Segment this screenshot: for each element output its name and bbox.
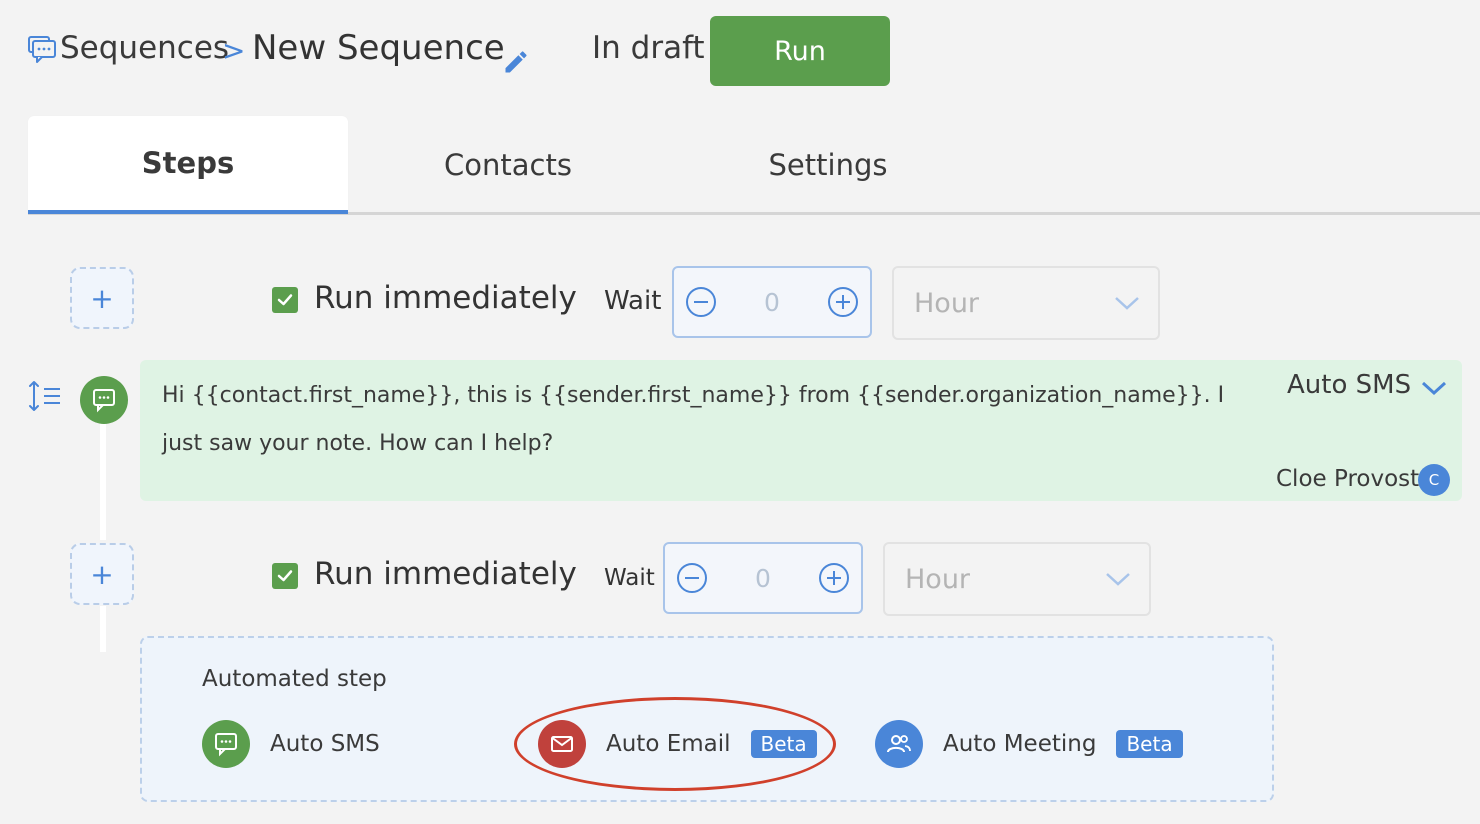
wait-unit-value: Hour bbox=[905, 563, 971, 595]
run-immediately-checkbox[interactable] bbox=[272, 563, 298, 589]
increment-button[interactable] bbox=[817, 561, 851, 595]
checkmark-icon bbox=[277, 294, 293, 306]
run-immediately-checkbox[interactable] bbox=[272, 287, 298, 313]
beta-badge: Beta bbox=[750, 730, 817, 758]
sms-step-marker bbox=[80, 376, 128, 424]
auto-email-option[interactable]: Auto Email Beta bbox=[538, 720, 817, 768]
wait-stepper[interactable]: 0 bbox=[672, 266, 872, 338]
minus-circle-icon bbox=[686, 287, 716, 317]
avatar: C bbox=[1418, 464, 1450, 496]
auto-sms-label: Auto SMS bbox=[270, 731, 380, 757]
checkmark-icon bbox=[277, 570, 293, 582]
sms-icon bbox=[93, 389, 115, 413]
wait-value[interactable]: 0 bbox=[764, 288, 780, 317]
auto-sms-option[interactable]: Auto SMS bbox=[202, 720, 380, 768]
plus-circle-icon bbox=[819, 563, 849, 593]
meeting-icon bbox=[875, 720, 923, 768]
wait-unit-select[interactable]: Hour bbox=[883, 542, 1151, 616]
decrement-button[interactable] bbox=[684, 285, 718, 319]
sequences-icon bbox=[28, 36, 56, 63]
auto-meeting-option[interactable]: Auto Meeting Beta bbox=[875, 720, 1183, 768]
auto-meeting-label: Auto Meeting bbox=[943, 731, 1097, 757]
sms-message-text[interactable]: Hi {{contact.first_name}}, this is {{sen… bbox=[162, 372, 1242, 468]
run-button[interactable]: Run bbox=[710, 16, 890, 86]
tab-steps[interactable]: Steps bbox=[28, 116, 348, 214]
tab-contacts[interactable]: Contacts bbox=[348, 116, 668, 214]
wait-label: Wait bbox=[604, 286, 662, 316]
breadcrumb-separator: > bbox=[222, 34, 246, 67]
wait-value[interactable]: 0 bbox=[755, 564, 771, 593]
automated-step-title: Automated step bbox=[202, 666, 387, 692]
tab-settings[interactable]: Settings bbox=[668, 116, 988, 214]
chevron-down-icon[interactable] bbox=[1420, 376, 1448, 400]
sms-icon bbox=[202, 720, 250, 768]
plus-circle-icon bbox=[828, 287, 858, 317]
step-type-label[interactable]: Auto SMS bbox=[1287, 370, 1411, 400]
email-icon bbox=[538, 720, 586, 768]
automated-step-panel bbox=[140, 636, 1274, 802]
run-immediately-label: Run immediately bbox=[314, 280, 577, 316]
chevron-down-icon bbox=[1106, 573, 1130, 586]
increment-button[interactable] bbox=[826, 285, 860, 319]
minus-circle-icon bbox=[677, 563, 707, 593]
beta-badge: Beta bbox=[1116, 730, 1183, 758]
wait-stepper[interactable]: 0 bbox=[663, 542, 863, 614]
timeline-line bbox=[100, 420, 106, 540]
edit-pencil-icon[interactable] bbox=[502, 48, 530, 76]
decrement-button[interactable] bbox=[675, 561, 709, 595]
breadcrumb-sequences-link[interactable]: Sequences bbox=[60, 30, 229, 66]
auto-email-label: Auto Email bbox=[606, 731, 731, 757]
add-step-button[interactable]: + bbox=[70, 543, 134, 605]
run-immediately-label: Run immediately bbox=[314, 556, 577, 592]
sequence-title: New Sequence bbox=[252, 28, 505, 68]
sender-name: Cloe Provost bbox=[1276, 466, 1420, 492]
status-label: In draft bbox=[592, 30, 705, 66]
chevron-down-icon bbox=[1115, 297, 1139, 310]
wait-unit-value: Hour bbox=[914, 287, 980, 319]
reorder-handle-icon[interactable] bbox=[26, 378, 62, 414]
add-step-button[interactable]: + bbox=[70, 267, 134, 329]
timeline-line bbox=[100, 606, 106, 652]
wait-unit-select[interactable]: Hour bbox=[892, 266, 1160, 340]
wait-label: Wait bbox=[604, 565, 655, 591]
